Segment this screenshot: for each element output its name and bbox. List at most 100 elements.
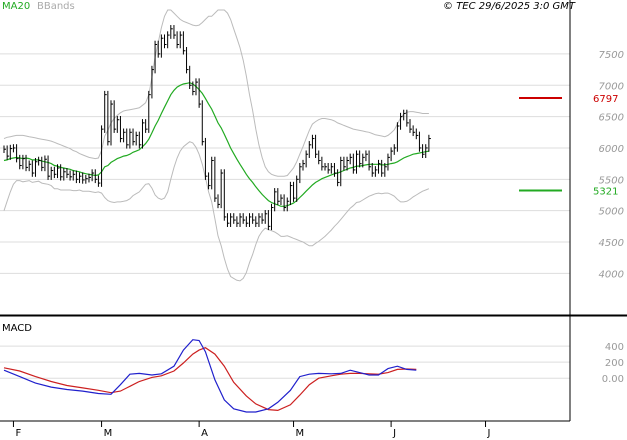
x-tick-label: J [487,428,491,439]
price-bar [255,216,258,227]
price-bar [428,134,431,152]
price-bar [208,172,211,190]
stock-chart: 6797 5321 4000 4500 5000 5500 6000 6500 7000 750… [0,0,627,439]
ma20-line-group [3,82,430,207]
price-bar [141,119,145,149]
price-tick-label: 6000 [599,144,624,155]
price-bar [289,181,293,206]
price-bar [299,163,302,184]
price-bar [248,213,252,227]
price-tick-label: 7000 [599,81,624,92]
price-bar [135,131,139,146]
price-bar [311,134,315,149]
ma20-line [3,82,430,207]
price-bar [53,166,57,179]
price-bar [50,166,54,180]
price-bar [359,150,362,168]
price-bar [107,90,110,146]
price-tick-label: 7500 [599,50,624,61]
price-bar [233,213,236,224]
bbands-lower-line [3,141,430,282]
price-bar [82,172,85,184]
price-bar [148,90,151,133]
price-bar [242,213,246,224]
price-bar [101,125,104,187]
macd-y-axis: 0.00 200 400 [602,342,624,385]
price-bar [129,128,132,149]
price-bar [277,188,280,206]
price-bar [387,153,390,171]
macd-tick-label: 0.00 [602,374,624,385]
price-bar [116,115,120,133]
price-bar [258,213,261,227]
price-y-axis: 4000 4500 5000 5500 6000 6500 7000 7500 [599,50,624,280]
price-bar [63,168,66,181]
bollinger-bands [3,9,430,282]
price-bar [217,194,221,209]
price-bar [381,159,384,177]
macd-signal-line [3,347,417,412]
x-tick-label: F [15,428,21,439]
price-bar [302,159,305,171]
price-bar [349,153,353,165]
price-gridlines [0,53,570,274]
price-bar [138,131,142,149]
price-bar [60,164,63,181]
price-bar [204,137,208,180]
price-bar [198,78,202,108]
price-bar [173,25,176,39]
price-bar [179,31,183,49]
price-bar [412,125,416,137]
price-bar [378,159,381,174]
x-axis: FMAMJJ [12,421,491,439]
price-bar [47,155,51,180]
price-tick-label: 5000 [599,207,624,218]
price-bar [315,134,318,158]
price-bar [261,213,265,224]
price-bar [28,160,32,172]
legend: MA20 BBands [2,1,75,12]
price-bar [157,40,161,58]
price-bar [223,169,227,221]
price-bar [245,216,249,227]
price-tick-label: 6500 [599,113,624,124]
price-tick-label: 5500 [599,175,624,186]
price-bar [283,194,287,212]
price-bar [201,100,205,146]
price-bar [324,163,328,171]
price-bar [182,31,186,55]
price-bar [422,144,425,158]
price-bars [3,25,431,231]
price-bar [371,163,375,177]
price-bar [239,213,243,227]
price-bar [280,194,283,206]
price-bar [132,128,136,146]
price-bar [3,145,6,153]
price-tick-label: 4000 [599,269,624,280]
price-bar [22,154,25,170]
price-bar [390,147,394,162]
price-bar [318,150,321,165]
price-bar [230,213,233,227]
price-bar [220,169,224,209]
price-bar [308,141,312,158]
price-bar [75,170,79,184]
price-bar [305,150,309,168]
price-bar [226,213,230,227]
price-bar [126,128,129,149]
price-bar [154,40,158,74]
price-bar [189,65,192,90]
price-bar [333,163,337,177]
price-bar [211,156,214,190]
x-tick-label: J [392,428,396,439]
macd-tick-label: 200 [605,358,624,369]
price-bar [170,25,173,39]
price-bar [167,31,170,49]
price-bar [12,144,16,153]
price-bar [393,144,397,155]
price-bar [267,210,271,231]
price-bar [352,153,356,174]
resistance-label: 6797 [593,94,618,105]
price-bar [293,181,296,202]
price-bar [415,128,419,140]
